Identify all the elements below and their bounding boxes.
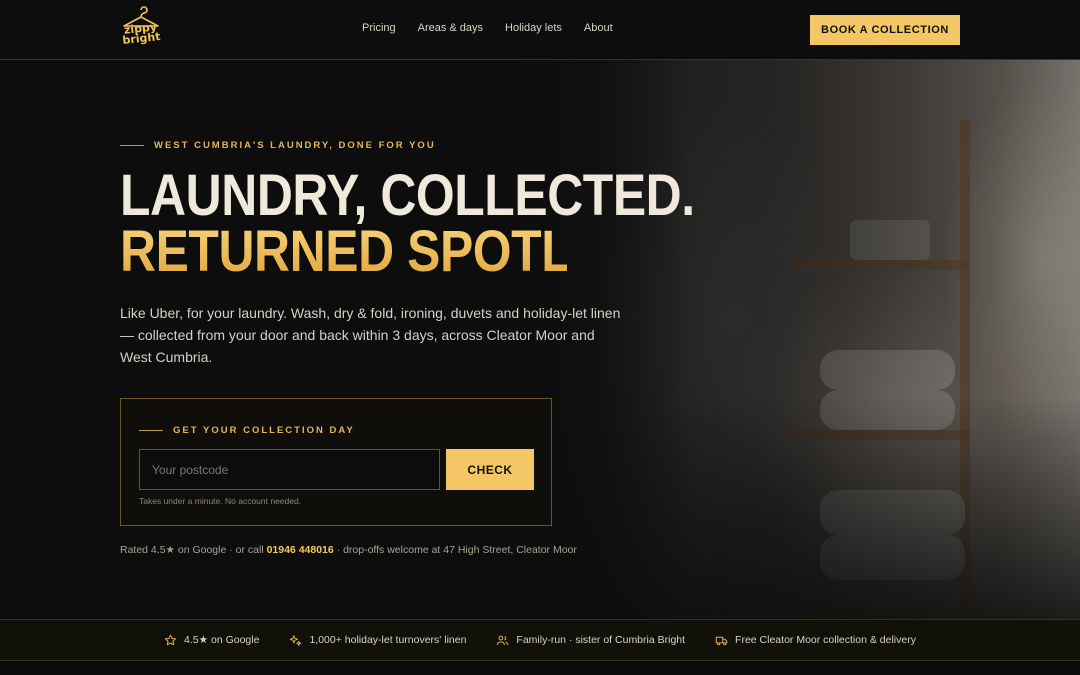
logo-wordmark: zippy bright xyxy=(121,20,162,47)
star-icon xyxy=(165,634,177,645)
main-nav: Pricing Areas & days Holiday lets About xyxy=(362,22,613,34)
hero-headline: LAUNDRY, COLLECTED. RETURNED SPOTLESS. xyxy=(120,163,695,284)
eyebrow-rule xyxy=(120,145,144,146)
truck-icon xyxy=(715,636,728,645)
trust-item-family-run: Family-run · sister of Cumbria Bright xyxy=(496,634,685,647)
rating-prefix: Rated 4.5★ on Google · or call xyxy=(120,544,267,556)
book-collection-button[interactable]: BOOK A COLLECTION xyxy=(810,15,960,45)
nav-link-pricing[interactable]: Pricing xyxy=(362,22,396,34)
trust-label: 1,000+ holiday-let turnovers' linen xyxy=(309,634,467,646)
phone-link[interactable]: 01946 448016 xyxy=(267,544,334,556)
hero-eyebrow: WEST CUMBRIA'S LAUNDRY, DONE FOR YOU xyxy=(120,140,436,151)
sparkle-icon xyxy=(290,634,302,646)
form-eyebrow: GET YOUR COLLECTION DAY xyxy=(139,425,355,436)
trust-label: 4.5★ on Google xyxy=(184,634,260,646)
postcode-input[interactable] xyxy=(139,449,440,490)
trust-bar: 4.5★ on Google 1,000+ holiday-let turnov… xyxy=(0,619,1080,661)
trust-item-free-delivery: Free Cleator Moor collection & delivery xyxy=(715,634,916,647)
trust-label: Family-run · sister of Cumbria Bright xyxy=(516,634,686,646)
brand-logo[interactable]: zippy bright xyxy=(118,6,164,52)
headline-line-2: RETURNED SPOTLESS. xyxy=(120,219,684,284)
hero-lead-paragraph: Like Uber, for your laundry. Wash, dry &… xyxy=(120,305,621,365)
next-section-edge xyxy=(0,661,1080,675)
trust-item-rating: 4.5★ on Google xyxy=(164,634,259,647)
rating-suffix: · drop-offs welcome at 47 High Street, C… xyxy=(333,544,577,556)
collection-day-form: GET YOUR COLLECTION DAY CHECK Takes unde… xyxy=(120,398,552,526)
headline-line-1: LAUNDRY, COLLECTED. xyxy=(120,163,695,228)
check-button[interactable]: CHECK xyxy=(446,449,534,490)
form-hint: Takes under a minute. No account needed. xyxy=(139,496,302,506)
nav-link-holiday-lets[interactable]: Holiday lets xyxy=(505,22,562,34)
hero-eyebrow-text: WEST CUMBRIA'S LAUNDRY, DONE FOR YOU xyxy=(154,140,436,151)
nav-link-areas-days[interactable]: Areas & days xyxy=(418,22,483,34)
nav-link-about[interactable]: About xyxy=(584,22,613,34)
site-header: zippy bright Pricing Areas & days Holiday… xyxy=(0,0,1080,60)
trust-item-turnovers: 1,000+ holiday-let turnovers' linen xyxy=(289,634,466,647)
rating-contact-line: Rated 4.5★ on Google · or call 01946 448… xyxy=(120,544,577,556)
trust-label: Free Cleator Moor collection & delivery xyxy=(735,634,916,646)
people-icon xyxy=(497,635,509,645)
form-eyebrow-text: GET YOUR COLLECTION DAY xyxy=(173,425,355,436)
eyebrow-rule xyxy=(139,430,163,431)
